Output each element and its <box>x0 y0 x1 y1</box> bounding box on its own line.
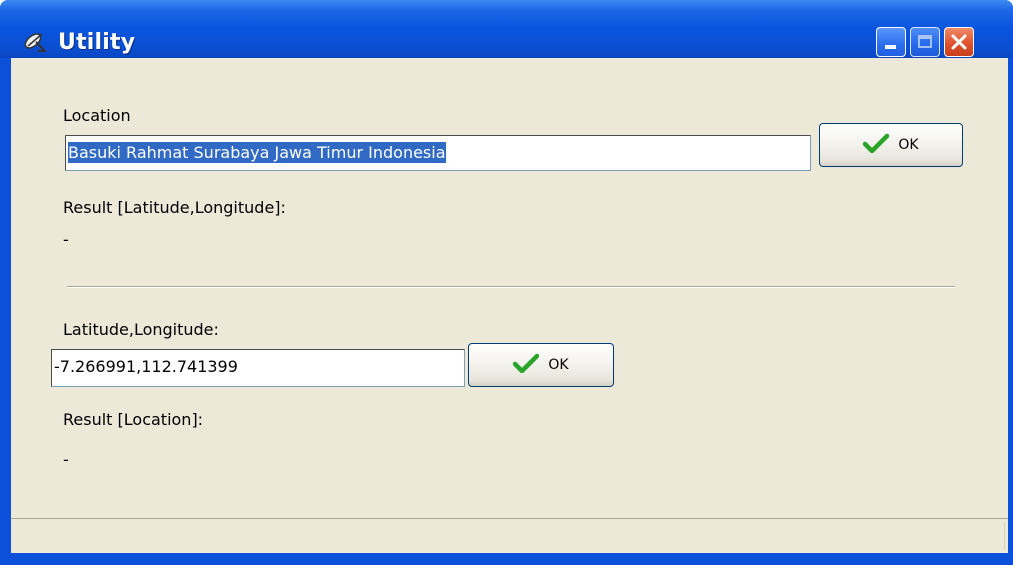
minimize-button[interactable] <box>876 27 906 57</box>
status-bar <box>11 518 1008 553</box>
checkmark-icon <box>513 353 540 377</box>
checkmark-icon <box>863 133 890 157</box>
location-input[interactable]: Basuki Rahmat Surabaya Jawa Timur Indone… <box>65 135 811 171</box>
utility-window: Utility Location Basuki Rahmat Surabaya … <box>0 0 1013 565</box>
close-button[interactable] <box>944 27 974 57</box>
latlng-result-label: Result [Latitude,Longitude]: <box>63 198 286 217</box>
title-bar[interactable]: Utility <box>0 0 1013 58</box>
minimize-icon <box>885 45 896 49</box>
location-label: Location <box>63 106 131 125</box>
close-icon <box>951 34 967 50</box>
latlng-ok-button[interactable]: OK <box>468 343 614 387</box>
latlng-result-value: - <box>63 230 69 249</box>
location-input-value: Basuki Rahmat Surabaya Jawa Timur Indone… <box>68 142 446 163</box>
latlng-input[interactable]: -7.266991,112.741399 <box>51 349 465 387</box>
maximize-button[interactable] <box>910 27 940 57</box>
status-bar-panel <box>13 522 1005 550</box>
window-title: Utility <box>58 30 136 55</box>
maximize-icon <box>918 35 932 48</box>
latlng-ok-label: OK <box>548 357 569 373</box>
latlng-label: Latitude,Longitude: <box>63 320 219 339</box>
location-result-value: - <box>63 450 69 469</box>
latlng-input-value: -7.266991,112.741399 <box>54 357 238 376</box>
window-client-area: Location Basuki Rahmat Surabaya Jawa Tim… <box>11 58 1008 553</box>
location-ok-label: OK <box>898 137 919 153</box>
location-result-label: Result [Location]: <box>63 410 204 429</box>
section-divider <box>67 286 955 288</box>
location-ok-button[interactable]: OK <box>819 123 963 167</box>
satellite-dish-icon <box>22 28 48 54</box>
